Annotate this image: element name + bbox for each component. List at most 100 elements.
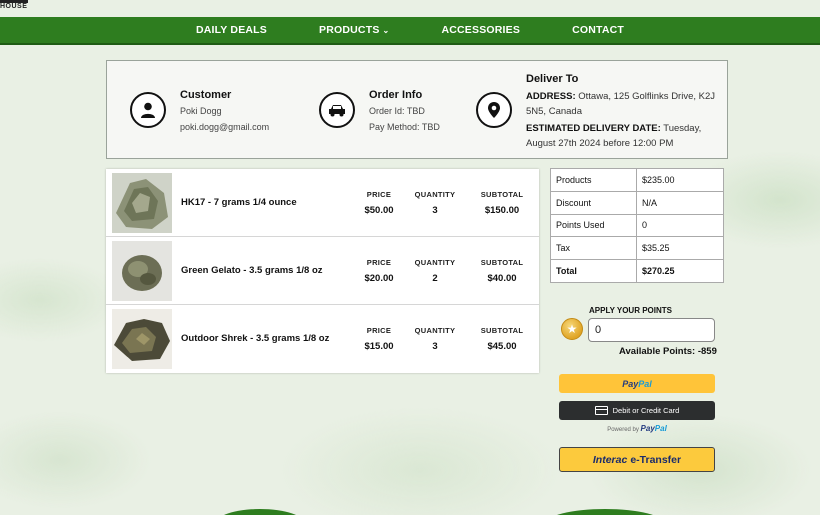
order-summary-table: Products $235.00 Discount N/A Points Used 0…	[550, 168, 724, 283]
subtotal-label: SUBTOTAL	[480, 190, 524, 199]
quantity-value: 2	[432, 273, 438, 284]
summary-value: N/A	[636, 190, 724, 215]
order-info-card: Customer Poki Dogg poki.dogg@gmail.com O…	[106, 60, 728, 159]
customer-email: poki.dogg@gmail.com	[180, 122, 270, 132]
cart-item: Outdoor Shrek - 3.5 grams 1/8 oz PRICE $1…	[106, 305, 539, 373]
item-name[interactable]: HK17 - 7 grams 1/4 ounce	[181, 197, 297, 208]
nav-accessories-label: ACCESSORIES	[441, 24, 521, 36]
summary-row: Tax $35.25	[550, 236, 724, 261]
item-price: PRICE $20.00	[349, 258, 409, 284]
summary-value: $270.25	[636, 259, 724, 283]
chevron-down-icon: ⌄	[382, 25, 390, 35]
delivery-address: ADDRESS: Ottawa, 125 Golflinks Drive, K2…	[526, 89, 726, 119]
card-button-label: Debit or Credit Card	[612, 406, 680, 415]
summary-total-row: Total $270.25	[550, 259, 724, 283]
item-quantity: QUANTITY 2	[405, 258, 465, 284]
debit-credit-card-button[interactable]: Debit or Credit Card	[559, 401, 715, 420]
price-label: PRICE	[366, 190, 392, 199]
summary-value: 0	[636, 213, 724, 238]
summary-label: Total	[550, 259, 637, 283]
product-image[interactable]	[112, 241, 172, 301]
subtotal-value: $150.00	[484, 205, 520, 216]
nav-accessories[interactable]: ACCESSORIES	[415, 24, 546, 36]
paypal-button[interactable]: Pay Pal	[559, 374, 715, 393]
credit-card-icon	[594, 406, 608, 415]
nav-contact[interactable]: CONTACT	[546, 24, 650, 36]
subtotal-value: $40.00	[487, 273, 517, 284]
item-price: PRICE $15.00	[349, 326, 409, 352]
quantity-label: QUANTITY	[414, 326, 456, 335]
powered-by-text: Powered by	[607, 427, 639, 433]
site-logo[interactable]: HOUSE	[0, 0, 28, 11]
delivery-date-label: ESTIMATED DELIVERY DATE:	[526, 123, 661, 134]
pay-method: Pay Method: TBD	[369, 122, 440, 132]
item-subtotal: SUBTOTAL $40.00	[472, 258, 532, 284]
summary-row: Points Used 0	[550, 213, 724, 238]
customer-name: Poki Dogg	[180, 106, 222, 116]
price-value: $20.00	[364, 273, 394, 284]
order-id: Order Id: TBD	[369, 106, 425, 116]
interac-etransfer-button[interactable]: Interac e-Transfer	[559, 447, 715, 472]
summary-label: Tax	[550, 236, 637, 261]
item-name[interactable]: Green Gelato - 3.5 grams 1/8 oz	[181, 265, 323, 276]
user-icon	[130, 92, 166, 128]
quantity-value: 3	[432, 341, 438, 352]
interac-label: e-Transfer	[630, 453, 682, 466]
price-value: $15.00	[364, 341, 394, 352]
summary-row: Discount N/A	[550, 190, 724, 215]
footer-decoration	[215, 509, 305, 515]
cart-item: HK17 - 7 grams 1/4 ounce PRICE $50.00 QUA…	[106, 169, 539, 237]
star-coin-icon: ★	[561, 318, 583, 340]
price-label: PRICE	[366, 258, 392, 267]
logo-text: HOUSE	[0, 3, 28, 10]
interac-brand: Interac	[592, 453, 628, 466]
item-quantity: QUANTITY 3	[405, 326, 465, 352]
quantity-label: QUANTITY	[414, 258, 456, 267]
summary-label: Discount	[550, 190, 637, 215]
cart-items: HK17 - 7 grams 1/4 ounce PRICE $50.00 QUA…	[106, 169, 539, 373]
subtotal-value: $45.00	[487, 341, 517, 352]
cart-item: Green Gelato - 3.5 grams 1/8 oz PRICE $20…	[106, 237, 539, 305]
summary-label: Points Used	[550, 213, 637, 238]
summary-row: Products $235.00	[550, 168, 724, 192]
nav-products[interactable]: PRODUCTS ⌄	[293, 24, 415, 36]
apply-points-label: APPLY YOUR POINTS	[589, 306, 672, 315]
paypal-logo-part1: Pay	[622, 378, 639, 389]
available-points: Available Points: -859	[619, 346, 717, 357]
item-name[interactable]: Outdoor Shrek - 3.5 grams 1/8 oz	[181, 333, 329, 344]
location-pin-icon	[476, 92, 512, 128]
points-input[interactable]	[588, 318, 715, 342]
address-label: ADDRESS:	[526, 91, 576, 102]
nav-daily-deals[interactable]: DAILY DEALS	[170, 24, 293, 36]
main-nav: DAILY DEALS PRODUCTS ⌄ ACCESSORIES CONTAC…	[0, 17, 820, 45]
powered-brand-part1: Pay	[640, 424, 655, 433]
quantity-value: 3	[432, 205, 438, 216]
subtotal-label: SUBTOTAL	[480, 258, 524, 267]
paypal-logo-part2: Pal	[638, 378, 652, 389]
footer-decoration	[545, 509, 665, 515]
product-image[interactable]	[112, 309, 172, 369]
deliver-to-title: Deliver To	[526, 73, 579, 85]
nav-contact-label: CONTACT	[572, 24, 625, 36]
item-subtotal: SUBTOTAL $45.00	[472, 326, 532, 352]
subtotal-label: SUBTOTAL	[480, 326, 524, 335]
quantity-label: QUANTITY	[414, 190, 456, 199]
price-value: $50.00	[364, 205, 394, 216]
delivery-date: ESTIMATED DELIVERY DATE: Tuesday, August…	[526, 121, 726, 151]
item-price: PRICE $50.00	[349, 190, 409, 216]
nav-products-label: PRODUCTS	[319, 24, 380, 36]
powered-brand-part2: Pal	[654, 424, 667, 433]
summary-value: $235.00	[636, 168, 724, 192]
item-subtotal: SUBTOTAL $150.00	[472, 190, 532, 216]
product-image[interactable]	[112, 173, 172, 233]
nav-daily-deals-label: DAILY DEALS	[195, 24, 268, 36]
item-quantity: QUANTITY 3	[405, 190, 465, 216]
order-info-title: Order Info	[369, 89, 423, 101]
summary-value: $35.25	[636, 236, 724, 261]
price-label: PRICE	[366, 326, 392, 335]
car-icon	[319, 92, 355, 128]
powered-paypal-logo: PayPal	[641, 424, 667, 433]
powered-by-paypal: Powered by PayPal	[559, 424, 715, 433]
summary-label: Products	[550, 168, 637, 192]
customer-title: Customer	[180, 89, 232, 101]
